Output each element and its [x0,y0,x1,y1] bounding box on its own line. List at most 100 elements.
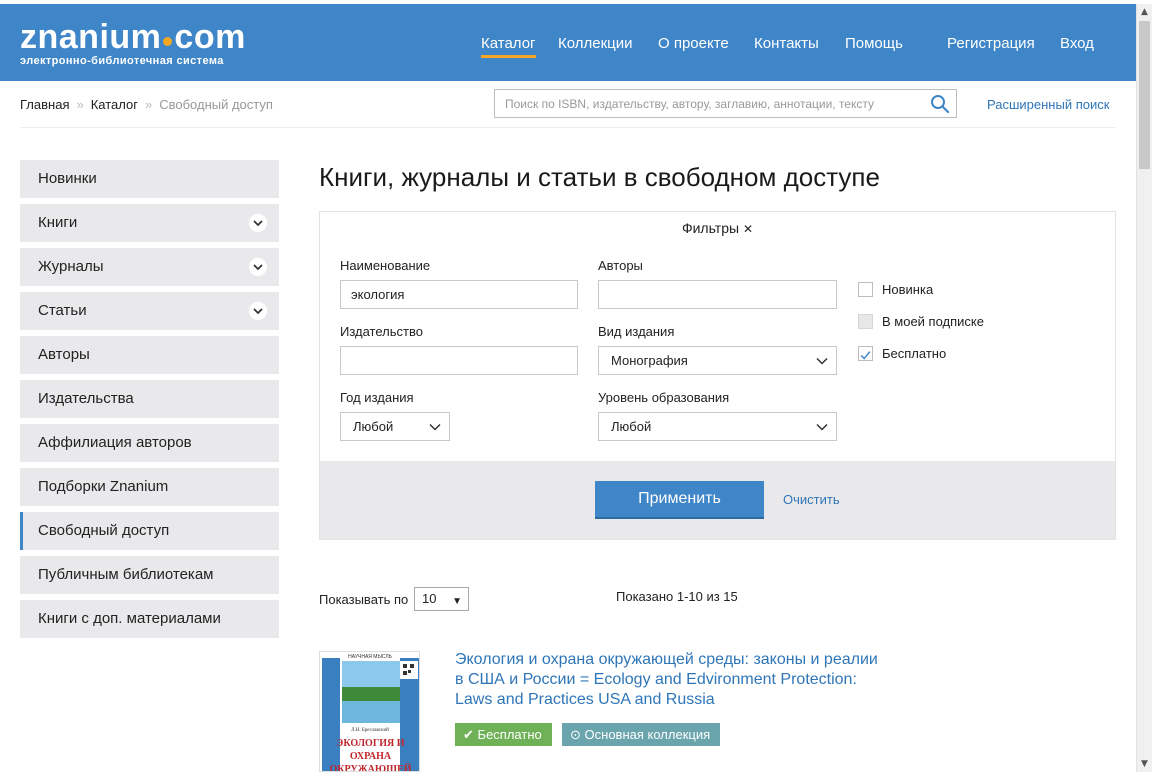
sidebar-item-public-libraries[interactable]: Публичным библиотекам [20,556,279,594]
sidebar-item-books[interactable]: Книги [20,204,279,242]
search-box [494,89,957,118]
year-select[interactable]: Любой [340,412,450,441]
filter-footer: Применить Очистить [320,461,1115,539]
circle-dot-icon: ⊙ [570,727,581,742]
book-title-link[interactable]: Экология и охрана окружающей среды: зако… [455,650,885,710]
chevron-down-icon [816,357,828,365]
collection-badge-label: Основная коллекция [584,727,711,742]
logo-text-left: znanium [20,18,162,56]
check-icon: ✔ [463,727,474,742]
nav-contacts[interactable]: Контакты [754,35,819,52]
nav-collections[interactable]: Коллекции [558,35,633,52]
edu-level-value: Любой [611,419,652,434]
authors-input[interactable] [598,280,837,309]
publisher-input[interactable] [340,346,578,375]
clear-link[interactable]: Очистить [783,492,840,507]
sidebar-item-label: Издательства [38,390,134,407]
results-count: Показано 1-10 из 15 [616,589,738,604]
sidebar-item-label: Статьи [38,302,87,319]
filter-title[interactable]: Фильтры ✕ [320,220,1115,236]
edition-type-select[interactable]: Монография [598,346,837,375]
divider [20,127,1116,128]
sidebar-item-selections[interactable]: Подборки Znanium [20,468,279,506]
sidebar-item-label: Авторы [38,346,90,363]
book-cover[interactable]: НАУЧНАЯ МЫСЛЬ Л.Н. Бреславский ЭКОЛОГИЯ … [319,651,420,772]
subscription-checkbox-label: В моей подписке [882,314,984,329]
logo-subtitle: электронно-библиотечная система [20,55,224,67]
nav-help[interactable]: Помощь [845,35,903,52]
sidebar-item-publishers[interactable]: Издательства [20,380,279,418]
free-checkbox[interactable] [858,346,873,361]
free-checkbox-label[interactable]: Бесплатно [882,346,946,361]
site-header: znanium com электронно-библиотечная систе… [0,4,1136,81]
chevron-down-icon[interactable] [249,258,267,276]
per-page-label: Показывать по [319,592,409,607]
new-checkbox[interactable] [858,282,873,297]
sidebar-item-affiliation[interactable]: Аффилиация авторов [20,424,279,462]
edition-type-value: Монография [611,353,688,368]
sidebar-item-new[interactable]: Новинки [20,160,279,198]
publisher-label: Издательство [340,324,423,339]
breadcrumb: Главная » Каталог » Свободный доступ [20,97,273,112]
cover-author: Л.Н. Бреславский [351,728,389,733]
sidebar-item-label: Аффилиация авторов [38,434,192,451]
nav-register[interactable]: Регистрация [947,35,1035,52]
page-title: Книги, журналы и статьи в свободном дост… [319,162,880,192]
apply-button[interactable]: Применить [595,481,764,519]
advanced-search-link[interactable]: Расширенный поиск [987,97,1109,112]
per-page-value: 10 [422,591,437,606]
scroll-up-arrow-icon[interactable]: ▲ [1137,4,1152,20]
edu-level-select[interactable]: Любой [598,412,837,441]
close-icon[interactable]: ✕ [743,222,753,236]
sidebar-item-authors[interactable]: Авторы [20,336,279,374]
sidebar-item-label: Свободный доступ [38,522,170,539]
breadcrumb-catalog[interactable]: Каталог [91,97,138,112]
sidebar-item-label: Публичным библиотекам [38,566,214,583]
sidebar-item-label: Подборки Znanium [38,478,169,495]
edu-level-label: Уровень образования [598,390,730,405]
name-label: Наименование [340,258,431,273]
sidebar-item-extra-materials[interactable]: Книги с доп. материалами [20,600,279,638]
page-scrollbar[interactable]: ▲ ▼ [1136,4,1152,772]
chevron-down-icon [429,423,441,431]
dropdown-triangle-icon: ▼ [452,596,462,607]
sidebar-item-label: Книги с доп. материалами [38,610,221,627]
site-logo[interactable]: znanium com [20,18,246,56]
chevron-down-icon [816,423,828,431]
filter-title-label: Фильтры [681,220,740,236]
filter-panel: Фильтры ✕ Наименование Авторы Издательст… [319,211,1116,540]
free-badge[interactable]: ✔ Бесплатно [455,723,552,746]
year-label: Год издания [340,390,414,405]
sidebar-item-journals[interactable]: Журналы [20,248,279,286]
nav-login[interactable]: Вход [1060,35,1094,52]
breadcrumb-separator-icon: » [76,97,84,112]
year-value: Любой [353,419,394,434]
search-input[interactable] [495,90,919,117]
nav-catalog[interactable]: Каталог [481,35,536,58]
cover-title: ЭКОЛОГИЯ И ОХРАНА ОКРУЖАЮЩЕЙ СРЕДЫ [329,738,412,772]
sidebar-item-label: Новинки [38,170,97,187]
chevron-down-icon[interactable] [249,302,267,320]
new-checkbox-label[interactable]: Новинка [882,282,933,297]
edition-type-label: Вид издания [598,324,675,339]
subscription-checkbox [858,314,873,329]
sidebar-item-free-access[interactable]: Свободный доступ [20,512,279,550]
chevron-down-icon[interactable] [249,214,267,232]
nav-about[interactable]: О проекте [658,35,729,52]
breadcrumb-home[interactable]: Главная [20,97,69,112]
authors-label: Авторы [598,258,643,273]
sidebar-item-label: Журналы [38,258,104,275]
scroll-down-arrow-icon[interactable]: ▼ [1137,756,1152,772]
logo-dot-icon [163,37,173,46]
per-page-select[interactable]: 10 ▼ [414,587,469,611]
checkmark-icon [860,351,871,360]
scroll-thumb[interactable] [1139,21,1150,169]
search-icon[interactable] [930,94,950,114]
breadcrumb-current: Свободный доступ [159,97,273,112]
name-input[interactable] [340,280,578,309]
collection-badge[interactable]: ⊙ Основная коллекция [562,723,721,746]
logo-text-right: com [174,18,246,56]
cover-series: НАУЧНАЯ МЫСЛЬ [348,654,392,660]
sidebar-item-label: Книги [38,214,78,231]
sidebar-item-articles[interactable]: Статьи [20,292,279,330]
